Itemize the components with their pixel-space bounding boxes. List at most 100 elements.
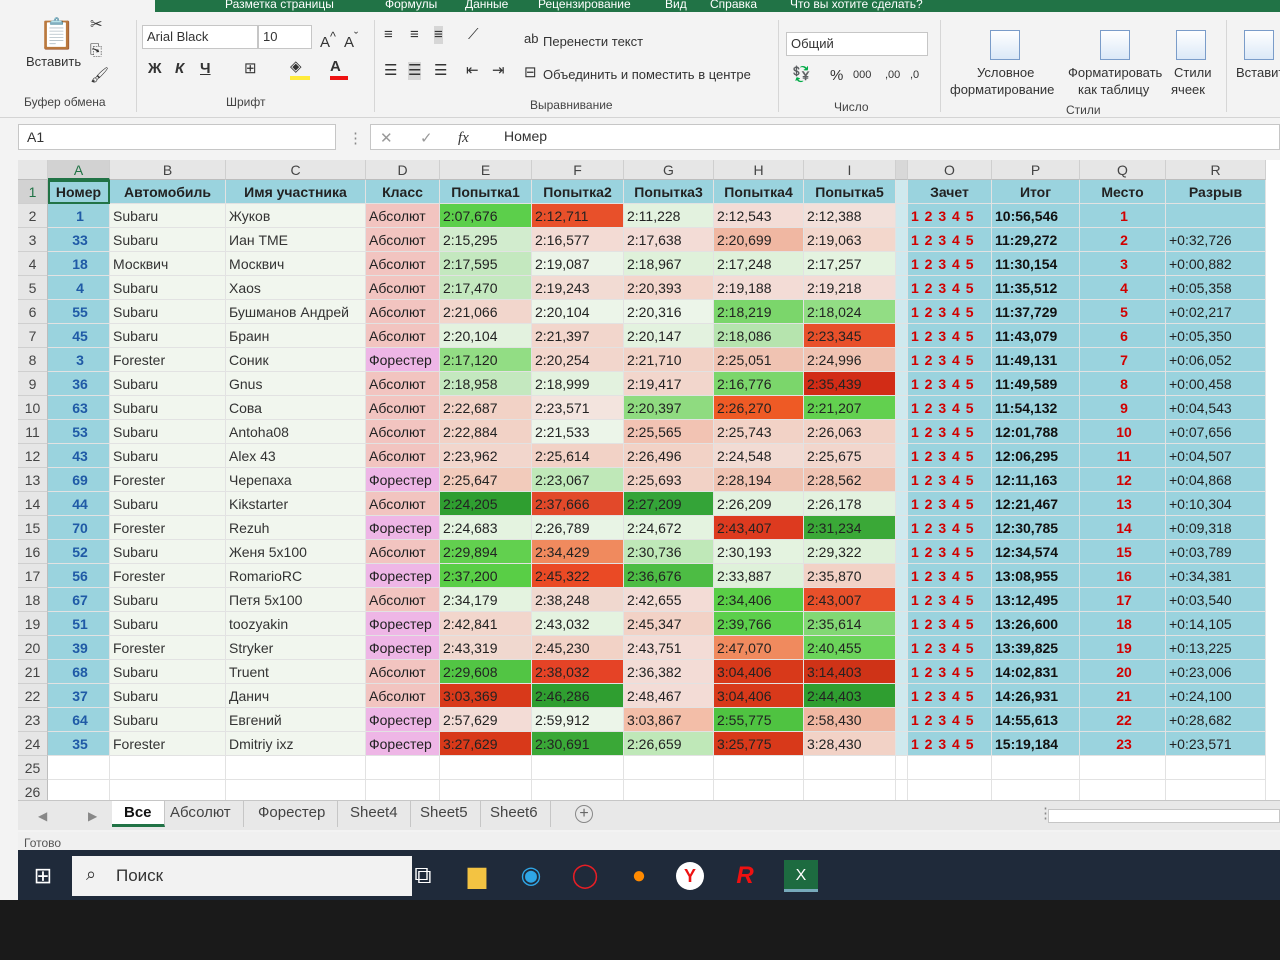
participant-cell[interactable]: Xaos — [226, 276, 366, 300]
attempt-cell[interactable]: 2:20,254 — [532, 348, 624, 372]
windows-start-icon[interactable]: ⊞ — [26, 860, 60, 892]
attempt-cell[interactable]: 2:39,766 — [714, 612, 804, 636]
empty-cell[interactable] — [804, 780, 896, 800]
zachet-cell[interactable]: 1 2 3 4 5 — [908, 324, 992, 348]
place-cell[interactable]: 21 — [1080, 684, 1166, 708]
attempt-cell[interactable]: 2:26,178 — [804, 492, 896, 516]
attempt-cell[interactable]: 2:24,205 — [440, 492, 532, 516]
paste-button[interactable]: Вставить — [26, 54, 81, 69]
attempt-cell[interactable]: 2:29,608 — [440, 660, 532, 684]
total-time-cell[interactable]: 12:21,467 — [992, 492, 1080, 516]
attempt-cell[interactable]: 2:23,067 — [532, 468, 624, 492]
empty-cell[interactable] — [1080, 780, 1166, 800]
attempt-cell[interactable]: 2:33,887 — [714, 564, 804, 588]
attempt-cell[interactable]: 3:28,430 — [804, 732, 896, 756]
attempt-cell[interactable]: 2:17,595 — [440, 252, 532, 276]
attempt-cell[interactable]: 2:36,676 — [624, 564, 714, 588]
align-bottom-icon[interactable]: ≡ — [434, 26, 443, 44]
zachet-cell[interactable]: 1 2 3 4 5 — [908, 252, 992, 276]
class-cell[interactable]: Абсолют — [366, 204, 440, 228]
participant-cell[interactable]: RomarioRC — [226, 564, 366, 588]
attempt-cell[interactable]: 2:20,699 — [714, 228, 804, 252]
class-cell[interactable]: Форестер — [366, 612, 440, 636]
empty-cell[interactable] — [440, 780, 532, 800]
place-cell[interactable]: 5 — [1080, 300, 1166, 324]
tab-help[interactable]: Справка — [710, 0, 757, 11]
participant-cell[interactable]: Сова — [226, 396, 366, 420]
align-left-icon[interactable]: ☰ — [384, 62, 397, 80]
participant-cell[interactable]: Truent — [226, 660, 366, 684]
car-cell[interactable]: Subaru — [110, 660, 226, 684]
gap-cell[interactable]: +0:05,358 — [1166, 276, 1266, 300]
empty-cell[interactable] — [48, 756, 110, 780]
header-cell[interactable]: Попытка4 — [714, 180, 804, 204]
place-cell[interactable]: 11 — [1080, 444, 1166, 468]
zachet-cell[interactable]: 1 2 3 4 5 — [908, 468, 992, 492]
task-view-icon[interactable]: ⧉ — [406, 860, 440, 892]
row-header[interactable]: 15 — [18, 516, 48, 540]
font-color-icon[interactable]: A — [330, 58, 348, 80]
attempt-cell[interactable]: 2:38,032 — [532, 660, 624, 684]
place-cell[interactable]: 8 — [1080, 372, 1166, 396]
prev-sheet-icon[interactable]: ◀ — [38, 807, 47, 825]
participant-cell[interactable]: Kikstarter — [226, 492, 366, 516]
attempt-cell[interactable]: 2:26,209 — [714, 492, 804, 516]
class-cell[interactable]: Абсолют — [366, 228, 440, 252]
attempt-cell[interactable]: 2:58,430 — [804, 708, 896, 732]
class-cell[interactable]: Форестер — [366, 636, 440, 660]
attempt-cell[interactable]: 2:29,322 — [804, 540, 896, 564]
row-header[interactable]: 4 — [18, 252, 48, 276]
attempt-cell[interactable]: 2:26,270 — [714, 396, 804, 420]
number-cell[interactable]: 53 — [48, 420, 110, 444]
attempt-cell[interactable]: 2:31,234 — [804, 516, 896, 540]
conditional-formatting-icon[interactable] — [990, 30, 1020, 60]
gap-cell[interactable]: +0:04,507 — [1166, 444, 1266, 468]
total-time-cell[interactable]: 13:12,495 — [992, 588, 1080, 612]
empty-cell[interactable] — [896, 780, 908, 800]
car-cell[interactable]: Subaru — [110, 204, 226, 228]
participant-cell[interactable]: Dmitriy ixz — [226, 732, 366, 756]
thousands-button[interactable]: 000 — [853, 69, 871, 81]
attempt-cell[interactable]: 2:20,397 — [624, 396, 714, 420]
sheet-tab-2[interactable]: Абсолют — [158, 801, 244, 827]
attempt-cell[interactable]: 2:24,683 — [440, 516, 532, 540]
opera-icon[interactable]: ◯ — [568, 860, 602, 892]
attempt-cell[interactable]: 2:42,841 — [440, 612, 532, 636]
empty-cell[interactable] — [440, 756, 532, 780]
attempt-cell[interactable]: 2:57,629 — [440, 708, 532, 732]
participant-cell[interactable]: Черепаха — [226, 468, 366, 492]
total-time-cell[interactable]: 10:56,546 — [992, 204, 1080, 228]
row-header[interactable]: 18 — [18, 588, 48, 612]
car-cell[interactable]: Subaru — [110, 300, 226, 324]
header-cell[interactable]: Автомобиль — [110, 180, 226, 204]
gap-cell[interactable]: +0:23,571 — [1166, 732, 1266, 756]
number-cell[interactable]: 70 — [48, 516, 110, 540]
spreadsheet-grid[interactable]: A B C D E F G H I O P Q R 1 2 3 4 5 6 7 8 9 10 11 12 13 14 15 16 17 18… — [18, 160, 1280, 800]
class-cell[interactable]: Абсолют — [366, 300, 440, 324]
attempt-cell[interactable]: 2:21,066 — [440, 300, 532, 324]
attempt-cell[interactable]: 2:36,382 — [624, 660, 714, 684]
attempt-cell[interactable]: 2:19,218 — [804, 276, 896, 300]
attempt-cell[interactable]: 2:20,393 — [624, 276, 714, 300]
cut-icon[interactable]: ✂ — [90, 16, 103, 34]
attempt-cell[interactable]: 2:18,999 — [532, 372, 624, 396]
participant-cell[interactable]: Москвич — [226, 252, 366, 276]
attempt-cell[interactable]: 2:26,496 — [624, 444, 714, 468]
participant-cell[interactable]: Соник — [226, 348, 366, 372]
attempt-cell[interactable]: 2:25,647 — [440, 468, 532, 492]
attempt-cell[interactable]: 2:30,193 — [714, 540, 804, 564]
class-cell[interactable]: Форестер — [366, 468, 440, 492]
insert-cells-icon[interactable] — [1244, 30, 1274, 60]
gap-cell[interactable]: +0:02,217 — [1166, 300, 1266, 324]
add-sheet-button[interactable]: + — [575, 805, 593, 823]
class-cell[interactable]: Абсолют — [366, 444, 440, 468]
row-header[interactable]: 12 — [18, 444, 48, 468]
firefox-icon[interactable]: ● — [622, 860, 656, 892]
attempt-cell[interactable]: 2:45,322 — [532, 564, 624, 588]
zachet-cell[interactable]: 1 2 3 4 5 — [908, 372, 992, 396]
car-cell[interactable]: Subaru — [110, 540, 226, 564]
total-time-cell[interactable]: 11:49,131 — [992, 348, 1080, 372]
total-time-cell[interactable]: 11:49,589 — [992, 372, 1080, 396]
number-cell[interactable]: 69 — [48, 468, 110, 492]
place-cell[interactable]: 22 — [1080, 708, 1166, 732]
